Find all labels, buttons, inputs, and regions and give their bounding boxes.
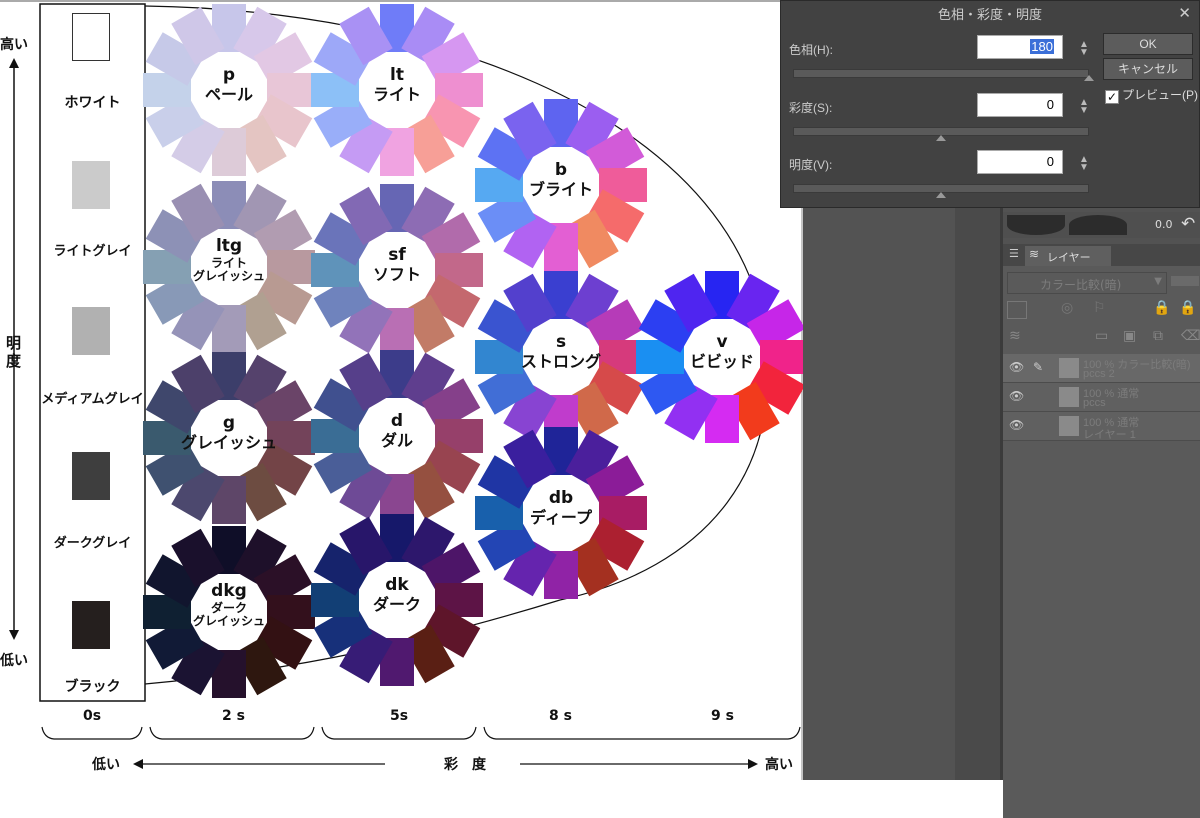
saturation-spin-icon[interactable]: ▲ ▼ bbox=[1079, 98, 1089, 116]
layer-stack-icon[interactable]: ≋ bbox=[1009, 328, 1021, 344]
brush-strip: 0.0 ↶ bbox=[1003, 212, 1200, 238]
chevron-down-icon: ▼ bbox=[1154, 276, 1162, 287]
lock-alpha-icon[interactable]: 🔒 bbox=[1179, 300, 1196, 316]
layer-thumbnail bbox=[1059, 387, 1079, 407]
value-spin-icon[interactable]: ▲ ▼ bbox=[1079, 155, 1089, 173]
blend-mode-value: カラー比較(暗) bbox=[1040, 278, 1122, 292]
hue-value: 180 bbox=[1030, 39, 1054, 54]
reference-icon[interactable]: ⚐ bbox=[1093, 300, 1106, 316]
eye-icon[interactable]: 👁 bbox=[1009, 418, 1024, 432]
undo-icon[interactable]: ↶ bbox=[1181, 214, 1195, 234]
opacity-slider[interactable] bbox=[1171, 276, 1199, 286]
saturation-slider-thumb[interactable] bbox=[936, 135, 946, 141]
layer-tool-row-2: ≋ ▭ ▣ ⧉ ⌫ bbox=[1003, 326, 1200, 350]
tone-code: dk bbox=[385, 575, 409, 595]
hue-label: 色相(H): bbox=[789, 43, 833, 57]
hsv-dialog: 色相・彩度・明度 ✕ 色相(H): 180 ▲ ▼ 彩度(S): 0 ▲ ▼ 明度(… bbox=[780, 0, 1200, 208]
layer-name: レイヤー 1 bbox=[1083, 429, 1136, 441]
pen-icon: ✎ bbox=[1033, 360, 1044, 374]
layer-panel: ☰ ≋ レイヤー カラー比較(暗) ▼ ◎ ⚐ 🔒 🔒 ≋ ▭ ▣ ⧉ ⌫ 👁 bbox=[1003, 244, 1200, 818]
hue-input[interactable]: 180 bbox=[977, 35, 1063, 59]
pccs-figure: 高い 明度 低い 低い 彩 度 高い ホワイト ライトグレイ メディアムグレイ … bbox=[0, 0, 808, 780]
hue-spin-icon[interactable]: ▲ ▼ bbox=[1079, 40, 1089, 58]
value-slider-thumb[interactable] bbox=[936, 192, 946, 198]
blend-mode-select[interactable]: カラー比較(暗) ▼ bbox=[1007, 272, 1167, 294]
saturation-input[interactable]: 0 bbox=[977, 93, 1063, 117]
hue-slider-thumb[interactable] bbox=[1084, 75, 1094, 81]
layer-row[interactable]: 👁 100 % 通常 pccs bbox=[1003, 383, 1200, 412]
ok-button[interactable]: OK bbox=[1103, 33, 1193, 55]
tone-label-dk: dk ダーク bbox=[337, 575, 457, 614]
clip-icon[interactable]: ◎ bbox=[1061, 300, 1073, 316]
value-label: 明度(V): bbox=[789, 158, 833, 172]
delete-layer-icon[interactable]: ⌫ bbox=[1181, 328, 1200, 344]
layer-row[interactable]: 👁 ✎ 100 % カラー比較(暗) pccs 2 bbox=[1003, 354, 1200, 383]
layer-name: pccs 2 bbox=[1083, 368, 1115, 380]
checkmark-icon: ✓ bbox=[1105, 90, 1119, 104]
brush-shape-2 bbox=[1069, 215, 1127, 235]
eye-icon[interactable]: 👁 bbox=[1009, 389, 1024, 403]
value-input[interactable]: 0 bbox=[977, 150, 1063, 174]
cancel-button[interactable]: キャンセル bbox=[1103, 58, 1193, 80]
layers-icon: ≋ bbox=[1029, 247, 1040, 261]
saturation-label: 彩度(S): bbox=[789, 101, 833, 115]
hue-slider[interactable] bbox=[793, 69, 1089, 78]
layer-name: pccs bbox=[1083, 397, 1106, 409]
copy-layer-icon[interactable]: ⧉ bbox=[1153, 328, 1163, 344]
tone-wheel-dk: dk ダーク bbox=[0, 0, 803, 780]
new-layer-icon[interactable]: ▭ bbox=[1095, 328, 1108, 344]
close-icon[interactable]: ✕ bbox=[1178, 4, 1191, 22]
tone-name: ダーク bbox=[372, 594, 421, 614]
layer-thumbnail bbox=[1059, 358, 1079, 378]
preview-checkbox[interactable]: ✓ プレビュー(P) bbox=[1105, 86, 1198, 104]
layer-thumbnail bbox=[1059, 416, 1079, 436]
layer-panel-tabbar: ☰ ≋ レイヤー bbox=[1003, 244, 1200, 266]
layer-tab[interactable]: ≋ レイヤー bbox=[1025, 246, 1111, 266]
preview-label: プレビュー(P) bbox=[1122, 88, 1198, 102]
layer-row[interactable]: 👁 100 % 通常 レイヤー 1 bbox=[1003, 412, 1200, 441]
panel-menu-icon[interactable]: ☰ bbox=[1009, 247, 1019, 260]
dialog-title: 色相・彩度・明度 bbox=[937, 7, 1042, 22]
lock-icon[interactable]: 🔒 bbox=[1153, 300, 1170, 316]
color-square-icon[interactable] bbox=[1007, 301, 1027, 319]
brush-shape-1 bbox=[1007, 215, 1065, 235]
layer-tab-label: レイヤー bbox=[1047, 251, 1091, 264]
opacity-readout: 0.0 bbox=[1155, 218, 1173, 231]
layer-tool-row-1: ◎ ⚐ 🔒 🔒 bbox=[1003, 298, 1200, 322]
new-folder-icon[interactable]: ▣ bbox=[1123, 328, 1136, 344]
eye-icon[interactable]: 👁 bbox=[1009, 360, 1024, 374]
